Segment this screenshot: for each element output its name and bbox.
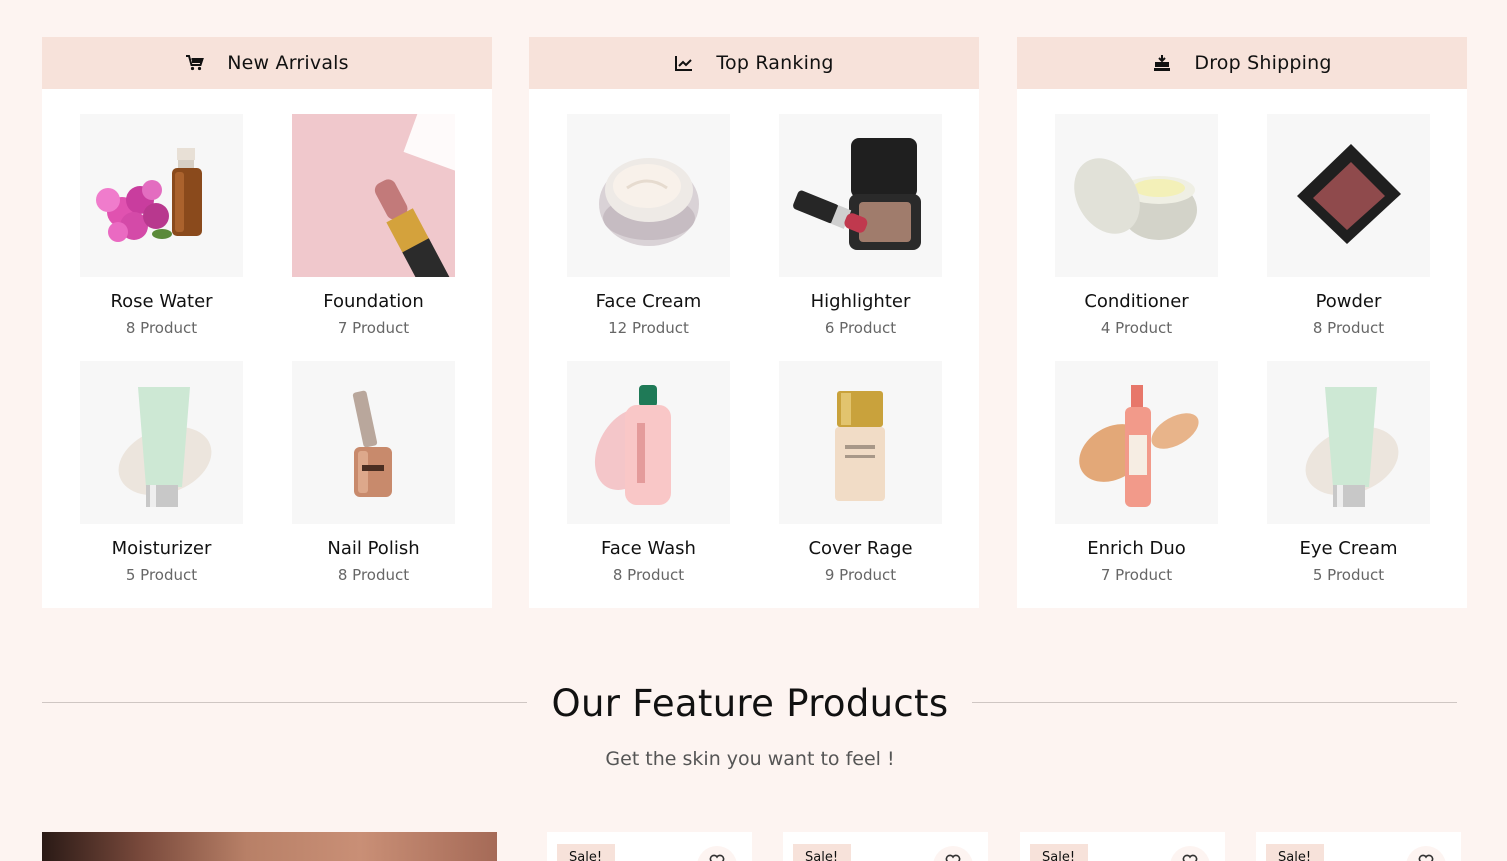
face-cream-image [567,114,730,277]
category-name: Conditioner [1084,291,1189,312]
category-name: Face Wash [601,538,696,559]
category-foundation[interactable]: Foundation 7 Product [292,114,455,337]
product-card[interactable]: Sale! [1256,832,1461,861]
powder-image [1267,114,1430,277]
panel-title: Top Ranking [716,52,834,74]
category-panels: New Arrivals Rose Water 8 Product Founda… [42,37,1467,608]
feature-section-header: Our Feature Products Get the skin you wa… [0,680,1507,780]
category-name: Eye Cream [1299,538,1398,559]
category-face-wash[interactable]: Face Wash 8 Product [567,361,730,584]
category-count: 12 Product [608,319,689,337]
panel-top-ranking: Top Ranking Face Cream 12 Product Highli… [529,37,979,608]
category-count: 8 Product [612,566,685,584]
category-nail-polish[interactable]: Nail Polish 8 Product [292,361,455,584]
wishlist-button[interactable] [1406,846,1446,861]
shipping-icon [1152,53,1172,73]
category-count: 7 Product [1100,566,1173,584]
category-name: Nail Polish [327,538,420,559]
category-count: 8 Product [337,566,410,584]
category-moisturizer[interactable]: Moisturizer 5 Product [80,361,243,584]
feature-banner-image [42,832,497,861]
panel-new-arrivals: New Arrivals Rose Water 8 Product Founda… [42,37,492,608]
sale-badge: Sale! [557,844,615,861]
panel-title: New Arrivals [227,52,349,74]
category-count: 9 Product [824,566,897,584]
feature-title: Our Feature Products [551,682,949,725]
panel-header-new-arrivals[interactable]: New Arrivals [42,37,492,89]
heart-icon [945,854,961,861]
moisturizer-image [80,361,243,524]
category-count: 7 Product [337,319,410,337]
wishlist-button[interactable] [933,846,973,861]
category-name: Rose Water [110,291,213,312]
product-card[interactable]: Sale! [1020,832,1225,861]
sale-badge: Sale! [793,844,851,861]
category-name: Enrich Duo [1087,538,1186,559]
conditioner-image [1055,114,1218,277]
category-count: 5 Product [125,566,198,584]
cover-rage-image [779,361,942,524]
wishlist-button[interactable] [697,846,737,861]
category-name: Powder [1315,291,1382,312]
category-name: Cover Rage [808,538,913,559]
nail-polish-image [292,361,455,524]
panel-header-top-ranking[interactable]: Top Ranking [529,37,979,89]
sale-badge: Sale! [1266,844,1324,861]
category-enrich-duo[interactable]: Enrich Duo 7 Product [1055,361,1218,584]
category-count: 6 Product [824,319,897,337]
category-name: Moisturizer [111,538,212,559]
category-count: 4 Product [1100,319,1173,337]
category-highlighter[interactable]: Highlighter 6 Product [779,114,942,337]
highlighter-image [779,114,942,277]
category-name: Highlighter [810,291,911,312]
category-count: 5 Product [1312,566,1385,584]
category-count: 8 Product [1312,319,1385,337]
sale-badge: Sale! [1030,844,1088,861]
panel-drop-shipping: Drop Shipping Conditioner 4 Product Powd… [1017,37,1467,608]
category-face-cream[interactable]: Face Cream 12 Product [567,114,730,337]
panel-title: Drop Shipping [1194,52,1332,74]
category-count: 8 Product [125,319,198,337]
foundation-image [292,114,455,277]
category-conditioner[interactable]: Conditioner 4 Product [1055,114,1218,337]
category-eye-cream[interactable]: Eye Cream 5 Product [1267,361,1430,584]
panel-header-drop-shipping[interactable]: Drop Shipping [1017,37,1467,89]
feature-subtitle: Get the skin you want to feel ! [605,748,895,770]
cart-icon [185,53,205,73]
heart-icon [1418,854,1434,861]
heart-icon [1182,854,1198,861]
chart-line-icon [674,53,694,73]
category-name: Foundation [323,291,424,312]
enrich-duo-image [1055,361,1218,524]
category-powder[interactable]: Powder 8 Product [1267,114,1430,337]
rose-water-image [80,114,243,277]
heart-icon [709,854,725,861]
category-rose-water[interactable]: Rose Water 8 Product [80,114,243,337]
category-cover-rage[interactable]: Cover Rage 9 Product [779,361,942,584]
wishlist-button[interactable] [1170,846,1210,861]
category-name: Face Cream [595,291,702,312]
product-card[interactable]: Sale! [783,832,988,861]
eye-cream-image [1267,361,1430,524]
face-wash-image [567,361,730,524]
product-card[interactable]: Sale! [547,832,752,861]
